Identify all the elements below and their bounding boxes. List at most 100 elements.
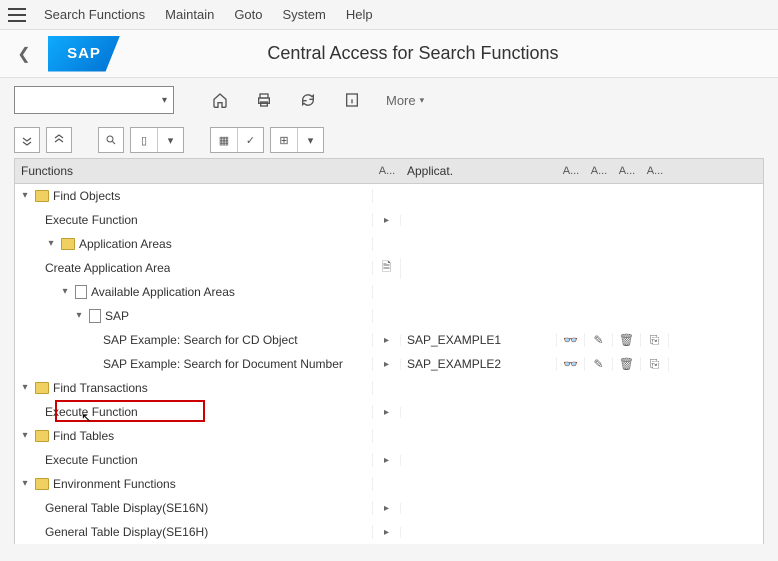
execute-icon[interactable] — [373, 407, 401, 418]
header-applicat[interactable]: Applicat. — [401, 164, 557, 178]
command-field[interactable]: ▾ — [14, 86, 174, 114]
delete-icon[interactable]: 🗑 — [613, 357, 641, 371]
main-toolbar: ▾ More ▾ — [0, 78, 778, 122]
info-icon[interactable] — [340, 88, 364, 112]
doc-icon — [89, 309, 101, 323]
chevron-down-icon: ▾ — [162, 95, 167, 106]
tree-label: General Table Display(SE16H) — [45, 525, 208, 539]
tree-label: Execute Function — [45, 405, 138, 419]
tree-row-exec-fn[interactable]: Execute Function — [15, 208, 763, 232]
toggle-icon[interactable]: ▾ — [19, 430, 31, 442]
copy-icon[interactable]: ⎘ — [641, 333, 669, 348]
folder-icon — [35, 430, 49, 442]
execute-icon[interactable] — [373, 527, 401, 538]
tree-row-sap[interactable]: ▾SAP — [15, 304, 763, 328]
tree-label: General Table Display(SE16N) — [45, 501, 208, 515]
secondary-toolbar: ▯ ▾ ▦ ✓ ⊞ ▾ — [0, 122, 778, 158]
back-button[interactable]: ❮ — [0, 30, 48, 78]
home-icon[interactable] — [208, 88, 232, 112]
page-title: Central Access for Search Functions — [128, 43, 778, 64]
tree-row-find-objects[interactable]: ▾ Find Objects — [15, 184, 763, 208]
header-col5[interactable]: A... — [641, 165, 669, 177]
more-label: More — [386, 93, 416, 108]
tree-label: Execute Function — [45, 213, 138, 227]
execute-icon[interactable] — [373, 215, 401, 226]
tree-row-avail-app-areas[interactable]: ▾ Available Application Areas — [15, 280, 763, 304]
header-col4[interactable]: A... — [613, 165, 641, 177]
menu-search-functions[interactable]: Search Functions — [44, 7, 145, 22]
tree-row-app-areas[interactable]: ▾ Application Areas — [15, 232, 763, 256]
sap-logo: SAP — [48, 36, 120, 72]
column-dropdown[interactable]: ▾ — [157, 128, 183, 152]
folder-icon — [35, 382, 49, 394]
header-functions[interactable]: Functions — [15, 164, 373, 178]
copy-icon[interactable]: ⎘ — [641, 357, 669, 372]
export-button-group: ⊞ ▾ — [270, 127, 324, 153]
tree-label: Available Application Areas — [91, 285, 235, 299]
edit-icon[interactable]: ✎ — [585, 333, 613, 347]
tree-row-gen-table2[interactable]: General Table Display(SE16H) — [15, 520, 763, 544]
tree-row-exec-fn-highlighted[interactable]: ↖ Execute Function — [15, 400, 763, 424]
refresh-icon[interactable] — [296, 88, 320, 112]
tree-label: Find Transactions — [53, 381, 148, 395]
tree-row-sap-example-doc[interactable]: SAP Example: Search for Document Number … — [15, 352, 763, 376]
doc-icon — [75, 285, 87, 299]
execute-icon[interactable] — [373, 503, 401, 514]
layout-icon[interactable]: ▦ — [211, 128, 237, 152]
folder-icon — [35, 478, 49, 490]
tree-row-gen-table1[interactable]: General Table Display(SE16N) — [15, 496, 763, 520]
tree-label: SAP Example: Search for CD Object — [103, 333, 298, 347]
tree-table: Functions A... Applicat. A... A... A... … — [0, 158, 778, 544]
display-icon[interactable]: 👓 — [557, 357, 585, 371]
print-icon[interactable] — [252, 88, 276, 112]
menu-goto[interactable]: Goto — [234, 7, 262, 22]
tree-label: Execute Function — [45, 453, 138, 467]
execute-icon[interactable] — [373, 335, 401, 346]
folder-icon — [35, 190, 49, 202]
applicat-cell: SAP_EXAMPLE2 — [401, 357, 557, 371]
collapse-all-button[interactable] — [46, 127, 72, 153]
find-button[interactable] — [98, 127, 124, 153]
layout-button-group: ▦ ✓ — [210, 127, 264, 153]
menu-system[interactable]: System — [283, 7, 326, 22]
create-icon[interactable]: 🗎 — [373, 258, 401, 279]
toggle-icon[interactable]: ▾ — [19, 382, 31, 394]
tree-row-exec-fn[interactable]: Execute Function — [15, 448, 763, 472]
tree-row-sap-example-cd[interactable]: SAP Example: Search for CD Object SAP_EX… — [15, 328, 763, 352]
toggle-icon[interactable]: ▾ — [19, 478, 31, 490]
toggle-icon[interactable]: ▾ — [45, 238, 57, 250]
layout-check[interactable]: ✓ — [237, 128, 263, 152]
more-button[interactable]: More ▾ — [386, 93, 424, 108]
applicat-cell: SAP_EXAMPLE1 — [401, 333, 557, 347]
toggle-icon[interactable]: ▾ — [73, 310, 85, 322]
export-dropdown[interactable]: ▾ — [297, 128, 323, 152]
header-col1[interactable]: A... — [373, 165, 401, 177]
tree-row-create-app-area[interactable]: Create Application Area 🗎 — [15, 256, 763, 280]
export-icon[interactable]: ⊞ — [271, 128, 297, 152]
menubar: Search Functions Maintain Goto System He… — [0, 0, 778, 30]
tree-row-find-transactions[interactable]: ▾ Find Transactions — [15, 376, 763, 400]
edit-icon[interactable]: ✎ — [585, 357, 613, 371]
chevron-down-icon: ▾ — [420, 95, 425, 106]
tree-row-find-tables[interactable]: ▾Find Tables — [15, 424, 763, 448]
table-body: ▾ Find Objects Execute Function ▾ Applicat… — [14, 184, 764, 544]
tree-label: Find Objects — [53, 189, 120, 203]
hamburger-icon[interactable] — [8, 8, 26, 22]
expand-all-button[interactable] — [14, 127, 40, 153]
tree-label: Environment Functions — [53, 477, 176, 491]
tree-row-env-functions[interactable]: ▾ Environment Functions — [15, 472, 763, 496]
execute-icon[interactable] — [373, 455, 401, 466]
tree-label: SAP Example: Search for Document Number — [103, 357, 343, 371]
toggle-icon[interactable]: ▾ — [19, 190, 31, 202]
menu-maintain[interactable]: Maintain — [165, 7, 214, 22]
display-icon[interactable]: 👓 — [557, 333, 585, 347]
menu-help[interactable]: Help — [346, 7, 373, 22]
execute-icon[interactable] — [373, 359, 401, 370]
column-icon[interactable]: ▯ — [131, 128, 157, 152]
toggle-icon[interactable]: ▾ — [59, 286, 71, 298]
header-col3[interactable]: A... — [585, 165, 613, 177]
column-button-group: ▯ ▾ — [130, 127, 184, 153]
tree-label: Application Areas — [79, 237, 172, 251]
header-col2[interactable]: A... — [557, 165, 585, 177]
delete-icon[interactable]: 🗑 — [613, 333, 641, 347]
